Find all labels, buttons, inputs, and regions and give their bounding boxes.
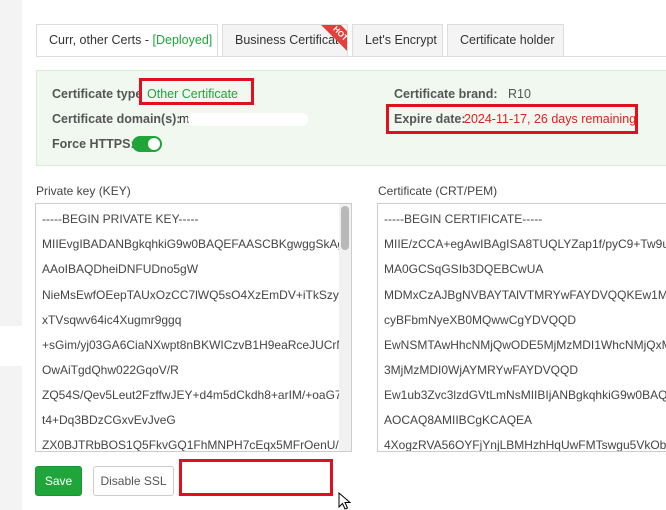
mouse-cursor-icon xyxy=(338,492,352,510)
force-https-label: Force HTTPS: xyxy=(52,137,135,151)
toggle-knob xyxy=(148,138,160,150)
key-line: MIIEvgIBADANBgkqhkiG9w0BAQEFAASCBKgwggSk… xyxy=(42,237,352,251)
cert-line: AOCAQ8AMIIBCgKCAQEA xyxy=(384,413,533,427)
tab-business-certificate[interactable]: Business Certificate HOT xyxy=(222,24,348,57)
certificate-type-label: Certificate type xyxy=(52,87,143,101)
cert-line: MDMxCzAJBgNVBAYTAlVTMRYwFAYDVQQKEw1MZXQ xyxy=(384,288,666,302)
deployed-status: [Deployed] xyxy=(152,33,213,47)
cert-line: cyBFbmNyeXB0MQwwCgYDVQQD xyxy=(384,313,577,327)
highlight-empty-area xyxy=(179,459,333,496)
private-key-title: Private key (KEY) xyxy=(36,184,131,198)
cert-line: 3MjMzMDI0WjAYMRYwFAYDVQQD xyxy=(384,363,579,377)
scrollbar-thumb[interactable] xyxy=(341,206,349,250)
key-line: ZX0BJTRbBOS1Q5FkvGQ1FhMNPH7cEqx5MFrOenU/… xyxy=(42,438,352,452)
key-line: ZQ54S/Qev5Leut2FzffwJEY+d4m5dCkdh8+arIM/… xyxy=(42,388,342,402)
key-line: -----BEGIN PRIVATE KEY----- xyxy=(42,212,199,226)
cert-line: Ew1ub3Zvc3lzdGVtLmNsMIIBIjANBgkqhkiG9w0B… xyxy=(384,388,666,402)
tab-lets-encrypt[interactable]: Let's Encrypt xyxy=(352,24,443,57)
tab-current-certs-label: Curr, other Certs - xyxy=(49,33,153,47)
highlight-expire-date xyxy=(386,104,638,134)
key-line: OwAiTgdQhw022GqoV/R xyxy=(42,363,179,377)
tab-certificate-holder[interactable]: Certificate holder xyxy=(447,24,564,57)
left-strip xyxy=(0,0,22,510)
tab-business-certificate-label: Business Certificate xyxy=(235,33,346,47)
tab-lets-encrypt-label: Let's Encrypt xyxy=(365,33,437,47)
force-https-toggle[interactable] xyxy=(132,136,162,152)
tab-current-certs[interactable]: Curr, other Certs - [Deployed] xyxy=(36,24,218,57)
key-line: xTVsqwv64ic4Xugmr9ggq xyxy=(42,313,182,327)
private-key-scrollbar[interactable] xyxy=(339,204,351,451)
certificate-textarea[interactable]: -----BEGIN CERTIFICATE----- MIIE/zCCA+eg… xyxy=(377,203,666,452)
key-line: NieMsEwfOEepTAUxOzCC7lWQ5sO4XzEmDV+iTkSz… xyxy=(42,288,352,302)
tab-certificate-holder-label: Certificate holder xyxy=(460,33,555,47)
key-line: t4+Dq3BDzCGxvEvJveG xyxy=(42,413,176,427)
cert-line: EwNSMTAwHhcNMjQwODE5MjMzMDI1WhcNMjQxMT xyxy=(384,338,666,352)
key-line: +sGim/yj03GA6CiaNXwpt8nBKWICzvB1H9eaRceJ… xyxy=(42,338,352,352)
cert-line: -----BEGIN CERTIFICATE----- xyxy=(384,212,543,226)
disable-ssl-button[interactable]: Disable SSL xyxy=(93,466,174,496)
cert-line: MIIE/zCCA+egAwIBAgISA8TUQLYZap1f/pyC9+Tw… xyxy=(384,237,666,251)
certificate-domain-label: Certificate domain(s): xyxy=(52,112,181,126)
tab-divider xyxy=(36,56,666,57)
highlight-certificate-type xyxy=(139,78,254,105)
cert-line: 4XogzRVA56OYFjYnjLBMHzhHqUwFMTswgu5VkObD… xyxy=(384,438,666,452)
certificate-brand-label: Certificate brand: xyxy=(394,87,498,101)
save-button[interactable]: Save xyxy=(35,466,82,496)
cert-line: MA0GCSqGSIb3DQEBCwUA xyxy=(384,262,544,276)
key-line: AAoIBAQDheiDNFUDno5gW xyxy=(42,262,199,276)
certificate-title: Certificate (CRT/PEM) xyxy=(378,184,498,198)
certificate-brand-value: R10 xyxy=(508,87,531,101)
private-key-textarea[interactable]: -----BEGIN PRIVATE KEY----- MIIEvgIBADAN… xyxy=(35,203,352,452)
redacted-domain xyxy=(188,113,308,126)
